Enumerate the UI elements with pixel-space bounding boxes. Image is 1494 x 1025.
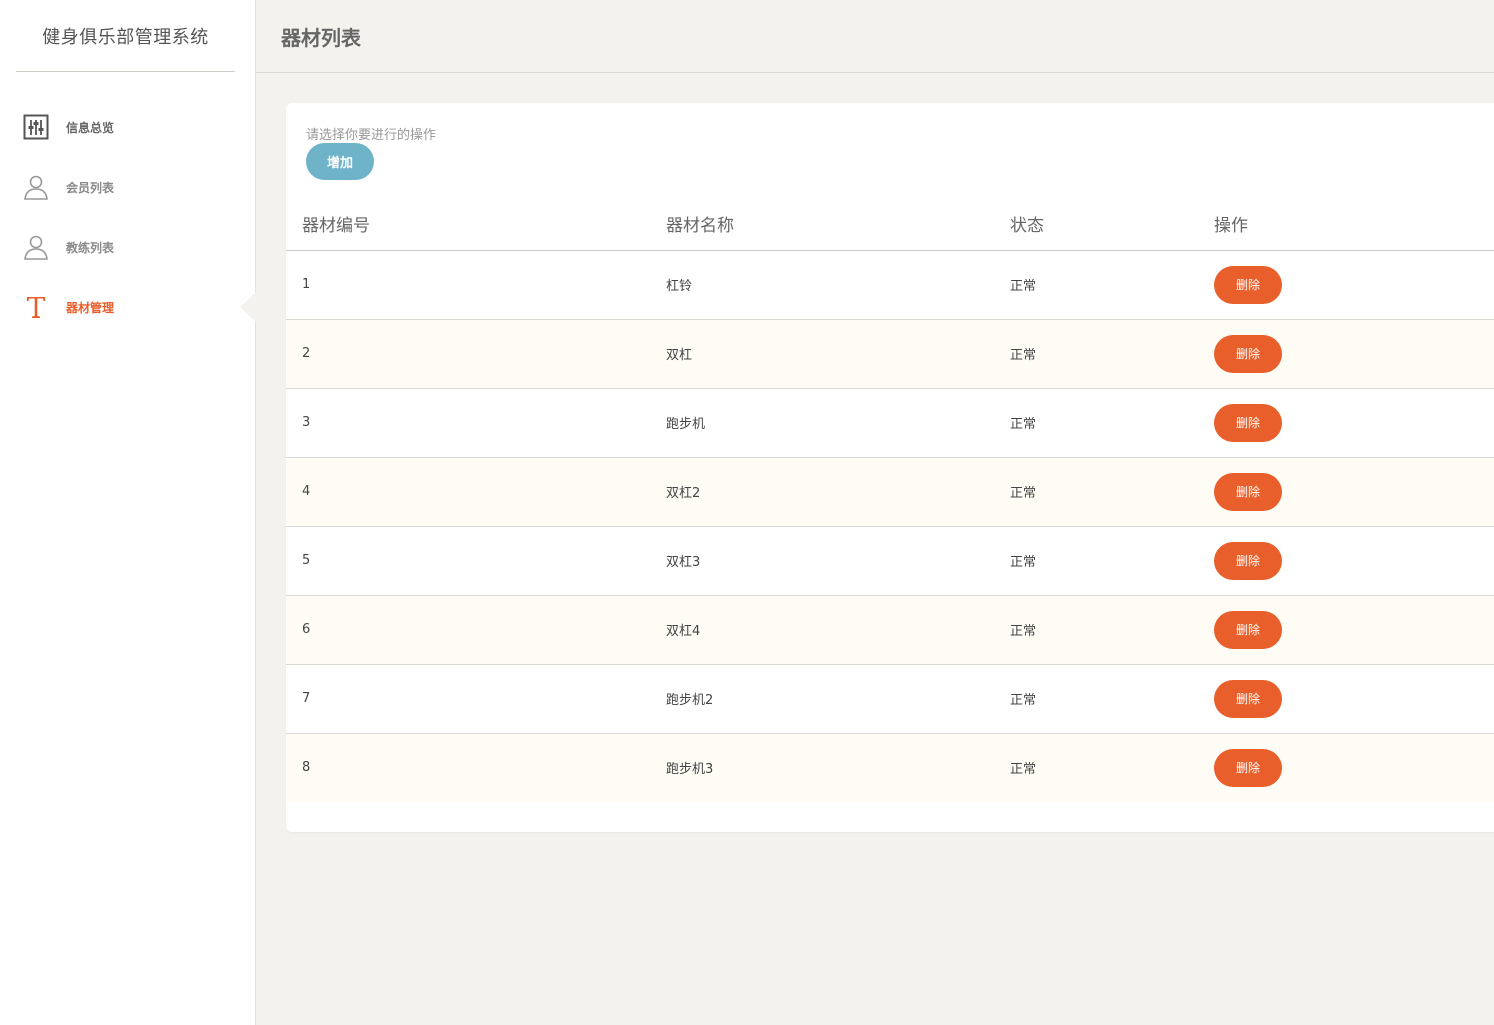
table-row: 6 双杠4 正常 删除 xyxy=(286,595,1494,665)
cell-status: 正常 xyxy=(1010,388,1214,458)
add-button[interactable]: 增加 xyxy=(306,143,374,180)
cell-action: 删除 xyxy=(1214,319,1494,389)
table-row: 3 跑步机 正常 删除 xyxy=(286,388,1494,458)
sidebar-item-label: 信息总览 xyxy=(66,120,115,135)
sidebar-item-label: 会员列表 xyxy=(66,180,115,195)
column-header-action: 操作 xyxy=(1214,198,1494,251)
delete-button[interactable]: 删除 xyxy=(1214,334,1282,373)
cell-name: 杠铃 xyxy=(666,250,1010,320)
delete-button[interactable]: 删除 xyxy=(1214,610,1282,649)
equipment-table: 器材编号 器材名称 状态 操作 1 杠铃 正常 删除 2 双杠 正常 删除 3 … xyxy=(286,198,1494,802)
delete-button[interactable]: 删除 xyxy=(1214,541,1282,580)
cell-action: 删除 xyxy=(1214,457,1494,527)
equipment-card: 请选择你要进行的操作 增加 器材编号 器材名称 状态 操作 1 杠铃 正常 删除… xyxy=(286,103,1494,832)
column-header-status: 状态 xyxy=(1010,198,1214,251)
cell-status: 正常 xyxy=(1010,457,1214,527)
header: 器材列表 xyxy=(256,0,1494,73)
cell-action: 删除 xyxy=(1214,388,1494,458)
delete-button[interactable]: 删除 xyxy=(1214,679,1282,718)
column-header-id: 器材编号 xyxy=(286,198,666,251)
cell-status: 正常 xyxy=(1010,733,1214,802)
cell-status: 正常 xyxy=(1010,319,1214,389)
cell-status: 正常 xyxy=(1010,664,1214,734)
sidebar-item-label: 器材管理 xyxy=(66,300,115,315)
cell-id: 1 xyxy=(286,250,666,320)
cell-name: 跑步机3 xyxy=(666,733,1010,802)
cell-id: 4 xyxy=(286,457,666,527)
cell-name: 跑步机2 xyxy=(666,664,1010,734)
delete-button[interactable]: 删除 xyxy=(1214,748,1282,787)
user-icon xyxy=(22,173,50,201)
cell-id: 7 xyxy=(286,664,666,734)
column-header-name: 器材名称 xyxy=(666,198,1010,251)
sidebar: 健身俱乐部管理系统 信息总览 会员列表 教练列表 器材管理 xyxy=(0,0,256,1025)
cell-status: 正常 xyxy=(1010,250,1214,320)
cell-name: 双杠2 xyxy=(666,457,1010,527)
table-row: 1 杠铃 正常 删除 xyxy=(286,250,1494,320)
text-t-icon xyxy=(22,293,50,321)
cell-action: 删除 xyxy=(1214,664,1494,734)
app-title: 健身俱乐部管理系统 xyxy=(16,0,235,72)
cell-action: 删除 xyxy=(1214,250,1494,320)
sliders-icon xyxy=(22,113,50,141)
delete-button[interactable]: 删除 xyxy=(1214,403,1282,442)
cell-id: 3 xyxy=(286,388,666,458)
sidebar-menu: 信息总览 会员列表 教练列表 器材管理 xyxy=(0,97,256,337)
cell-action: 删除 xyxy=(1214,595,1494,665)
cell-id: 6 xyxy=(286,595,666,665)
table-row: 7 跑步机2 正常 删除 xyxy=(286,664,1494,734)
cell-id: 8 xyxy=(286,733,666,802)
cell-name: 跑步机 xyxy=(666,388,1010,458)
sidebar-item-equipment[interactable]: 器材管理 xyxy=(0,277,256,337)
table-row: 4 双杠2 正常 删除 xyxy=(286,457,1494,527)
page-title: 器材列表 xyxy=(281,25,361,50)
delete-button[interactable]: 删除 xyxy=(1214,472,1282,511)
cell-id: 5 xyxy=(286,526,666,596)
cell-status: 正常 xyxy=(1010,595,1214,665)
user-icon xyxy=(22,233,50,261)
cell-name: 双杠 xyxy=(666,319,1010,389)
sidebar-item-members[interactable]: 会员列表 xyxy=(0,157,255,217)
cell-name: 双杠3 xyxy=(666,526,1010,596)
sidebar-item-overview[interactable]: 信息总览 xyxy=(0,97,255,157)
cell-status: 正常 xyxy=(1010,526,1214,596)
table-row: 8 跑步机3 正常 删除 xyxy=(286,733,1494,802)
table-header-row: 器材编号 器材名称 状态 操作 xyxy=(286,198,1494,251)
cell-name: 双杠4 xyxy=(666,595,1010,665)
table-row: 2 双杠 正常 删除 xyxy=(286,319,1494,389)
sidebar-item-coaches[interactable]: 教练列表 xyxy=(0,217,255,277)
cell-id: 2 xyxy=(286,319,666,389)
cell-action: 删除 xyxy=(1214,526,1494,596)
operation-hint: 请选择你要进行的操作 xyxy=(306,128,437,143)
delete-button[interactable]: 删除 xyxy=(1214,265,1282,304)
sidebar-item-label: 教练列表 xyxy=(66,240,115,255)
table-row: 5 双杠3 正常 删除 xyxy=(286,526,1494,596)
cell-action: 删除 xyxy=(1214,733,1494,802)
